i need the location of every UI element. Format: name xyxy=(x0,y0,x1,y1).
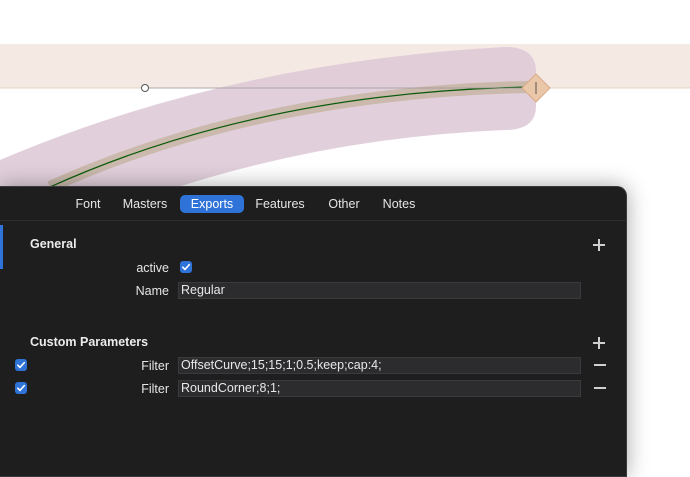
name-label: Name xyxy=(135,284,169,298)
tab-exports[interactable]: Exports xyxy=(180,195,244,213)
filter-row-1-checkbox[interactable] xyxy=(15,359,27,371)
tab-masters[interactable]: Masters xyxy=(118,195,172,213)
minus-icon[interactable] xyxy=(594,364,606,366)
active-checkbox[interactable] xyxy=(180,261,192,273)
filter-row-2-value[interactable]: RoundCorner;8;1; xyxy=(178,380,581,397)
plus-icon[interactable] xyxy=(593,239,605,251)
filter-row-1-value[interactable]: OffsetCurve;15;15;1;0.5;keep;cap:4; xyxy=(178,357,581,374)
active-label: active xyxy=(136,261,169,275)
filter-row-2-label: Filter xyxy=(141,382,169,396)
custom-parameters-title: Custom Parameters xyxy=(30,335,149,349)
general-section-title: General xyxy=(30,237,77,251)
selection-indicator xyxy=(0,225,3,269)
filter-row-2-checkbox[interactable] xyxy=(15,382,27,394)
plus-icon[interactable] xyxy=(593,337,605,349)
tab-notes[interactable]: Notes xyxy=(380,195,418,213)
checkbox-icon xyxy=(182,263,191,271)
minus-icon[interactable] xyxy=(594,387,606,389)
name-field[interactable]: Regular xyxy=(178,282,581,299)
tab-features[interactable]: Features xyxy=(252,195,308,213)
tab-font[interactable]: Font xyxy=(72,195,104,213)
filter-row-1-label: Filter xyxy=(141,359,169,373)
tab-other[interactable]: Other xyxy=(322,195,366,213)
handle-point[interactable] xyxy=(141,84,149,92)
font-info-panel: Font Masters Exports Features Other Note… xyxy=(0,186,627,477)
checkbox-icon xyxy=(17,384,26,392)
checkbox-icon xyxy=(17,361,26,369)
tab-bar: Font Masters Exports Features Other Note… xyxy=(0,187,626,221)
